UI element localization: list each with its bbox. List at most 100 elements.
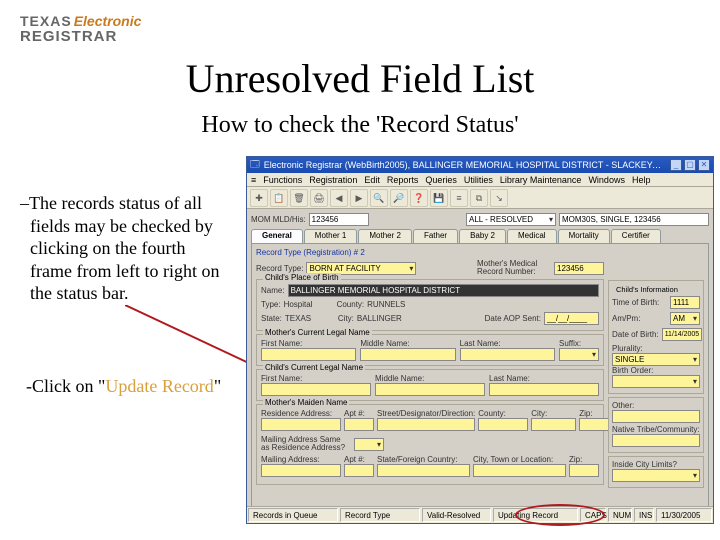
menu-reports[interactable]: Reports	[387, 175, 419, 185]
res-addr-field[interactable]	[261, 418, 341, 431]
zip2-label: Zip:	[569, 455, 599, 464]
tab-mother1[interactable]: Mother 1	[304, 229, 358, 243]
toolbar-save-icon[interactable]: 💾	[430, 189, 448, 207]
child-last-field[interactable]	[489, 383, 599, 396]
apt-label: Apt #:	[344, 409, 374, 418]
mothers-mrn-field[interactable]: 123456	[554, 262, 604, 275]
other-field[interactable]	[612, 410, 700, 423]
toolbar-next-icon[interactable]: ▶	[350, 189, 368, 207]
paragraph-2-emphasis: Update Record	[105, 376, 213, 396]
street-field[interactable]	[377, 418, 475, 431]
mom-id-value[interactable]: 123456	[309, 213, 369, 226]
instruction-paragraph-2: -Click on "Update Record"	[20, 375, 230, 398]
sf-field[interactable]	[377, 464, 470, 477]
mother-last-field[interactable]	[460, 348, 555, 361]
ampm-dropdown[interactable]: AM	[670, 312, 700, 325]
close-button[interactable]: ✕	[698, 159, 710, 171]
plurality-dropdown[interactable]: SINGLE	[612, 353, 700, 366]
paragraph-2-suffix: "	[214, 376, 221, 396]
tab-certifier[interactable]: Certifier	[611, 229, 661, 243]
tab-baby2[interactable]: Baby 2	[459, 229, 506, 243]
facility-type-value: Hospital	[284, 300, 334, 309]
resolution-dropdown[interactable]: ALL - RESOLVED	[466, 213, 556, 226]
minimize-button[interactable]: _	[670, 159, 682, 171]
mother-suffix-label: Suffix:	[559, 339, 599, 348]
toolbar-print-icon[interactable]: 🖨	[310, 189, 328, 207]
instruction-paragraph-1: –The records status of all fields may be…	[20, 192, 230, 305]
child-first-field[interactable]	[261, 383, 371, 396]
city2-field[interactable]	[531, 418, 576, 431]
status-valid-resolved[interactable]: Valid-Resolved	[422, 508, 491, 522]
child-middle-field[interactable]	[375, 383, 485, 396]
menu-queries[interactable]: Queries	[425, 175, 457, 185]
child-first-label: First Name:	[261, 374, 371, 383]
status-updating-record[interactable]: Updating Record	[493, 508, 578, 522]
toolbar-delete-icon[interactable]: 🗑	[290, 189, 308, 207]
street-label: Street/Designator/Direction:	[377, 409, 475, 418]
status-bar: Records in Queue Record Type Valid-Resol…	[247, 506, 713, 523]
dob-field[interactable]: 11/14/2005	[662, 328, 703, 341]
native-label: Native Tribe/Community:	[612, 425, 700, 434]
toolbar-copy-icon[interactable]: 📋	[270, 189, 288, 207]
menu-utilities[interactable]: Utilities	[464, 175, 493, 185]
toolbar-new-icon[interactable]: ✚	[250, 189, 268, 207]
child-legal-group-label: Child's Current Legal Name	[263, 363, 365, 372]
date-aop-field[interactable]: __/__/____	[544, 312, 599, 325]
mothers-address-group-label: Mother's Maiden Name	[263, 398, 349, 407]
facility-name-dropdown[interactable]: BALLINGER MEMORIAL HOSPITAL DISTRICT	[288, 284, 599, 297]
toolbar-search-icon[interactable]: 🔍	[370, 189, 388, 207]
app-window: 🗔 Electronic Registrar (WebBirth2005), B…	[246, 156, 714, 524]
menu-help[interactable]: Help	[632, 175, 651, 185]
mother-middle-field[interactable]	[360, 348, 455, 361]
menu-registration[interactable]: Registration	[309, 175, 357, 185]
menu-functions[interactable]: Functions	[263, 175, 302, 185]
dob-label: Date of Birth:	[612, 330, 659, 339]
mail-same-dropdown[interactable]	[354, 438, 384, 451]
ampm-label: Am/Pm:	[612, 314, 667, 323]
zip-label: Zip:	[579, 409, 609, 418]
menu-windows[interactable]: Windows	[588, 175, 625, 185]
state-value: TEXAS	[285, 314, 335, 323]
toolbar-zoom-icon[interactable]: 🔎	[390, 189, 408, 207]
toolbar-exit-icon[interactable]: ↘	[490, 189, 508, 207]
zip-field[interactable]	[579, 418, 609, 431]
maximize-button[interactable]: ▢	[684, 159, 696, 171]
tab-medical[interactable]: Medical	[507, 229, 557, 243]
native-field[interactable]	[612, 434, 700, 447]
apt-field[interactable]	[344, 418, 374, 431]
status-record-type[interactable]: Record Type	[340, 508, 420, 522]
child-info-group-label: Child's Information	[614, 285, 680, 294]
record-summary-value[interactable]: MOM30S, SINGLE, 123456	[559, 213, 709, 226]
toolbar-window-icon[interactable]: ⧉	[470, 189, 488, 207]
toolbar-list-icon[interactable]: ≡	[450, 189, 468, 207]
record-type-label: Record Type:	[256, 264, 303, 273]
birth-order-label: Birth Order:	[612, 366, 700, 375]
zip2-field[interactable]	[569, 464, 599, 477]
county-value: RUNNELS	[367, 300, 422, 309]
time-field[interactable]: 1111	[670, 296, 700, 309]
menu-library[interactable]: Library Maintenance	[500, 175, 582, 185]
apt2-field[interactable]	[344, 464, 374, 477]
birth-order-dropdown[interactable]	[612, 375, 700, 388]
mother-first-label: First Name:	[261, 339, 356, 348]
tab-bar: General Mother 1 Mother 2 Father Baby 2 …	[251, 229, 709, 243]
city3-field[interactable]	[473, 464, 566, 477]
menubar: ≡ Functions Registration Edit Reports Qu…	[247, 173, 713, 187]
tab-general[interactable]: General	[251, 229, 303, 243]
res-addr-label: Residence Address:	[261, 409, 341, 418]
county2-field[interactable]	[478, 418, 528, 431]
inside-city-dropdown[interactable]	[612, 469, 700, 482]
menu-edit[interactable]: Edit	[364, 175, 380, 185]
tab-mortality[interactable]: Mortality	[558, 229, 610, 243]
status-records-in-queue[interactable]: Records in Queue	[248, 508, 338, 522]
toolbar-prev-icon[interactable]: ◀	[330, 189, 348, 207]
mail-addr-field[interactable]	[261, 464, 341, 477]
tab-father[interactable]: Father	[413, 229, 458, 243]
tab-mother2[interactable]: Mother 2	[358, 229, 412, 243]
sf-label: State/Foreign Country:	[377, 455, 470, 464]
child-middle-label: Middle Name:	[375, 374, 485, 383]
mother-first-field[interactable]	[261, 348, 356, 361]
logo-registrar: REGISTRAR	[20, 28, 117, 45]
toolbar-help-icon[interactable]: ❓	[410, 189, 428, 207]
mother-suffix-dropdown[interactable]	[559, 348, 599, 361]
